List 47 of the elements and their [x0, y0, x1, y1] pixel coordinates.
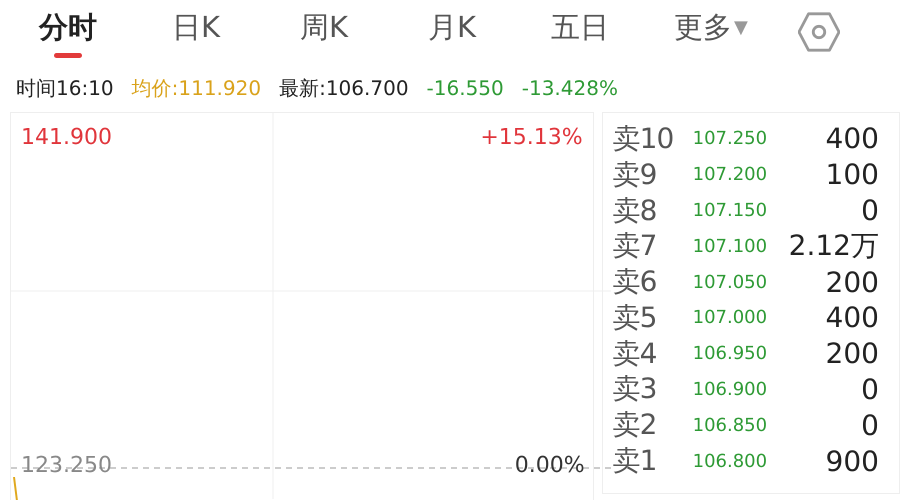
quote-value: 均价:111.920 — [132, 74, 262, 102]
order-volume: 0 — [860, 372, 879, 406]
order-volume: 2.12万 — [788, 228, 879, 264]
order-volume: 0 — [860, 408, 879, 442]
price-label: 141.900 — [21, 125, 112, 150]
price-line — [13, 477, 19, 500]
order-label: 卖1 — [612, 443, 658, 480]
order-label: 卖3 — [612, 371, 658, 408]
settings-icon[interactable] — [798, 11, 840, 53]
order-volume: 900 — [824, 444, 879, 478]
quote-value: 最新:106.700 — [279, 74, 409, 102]
order-volume: 200 — [824, 266, 879, 299]
chart-tab[interactable]: 周K — [260, 3, 388, 61]
order-price: 107.250 — [692, 128, 768, 150]
order-label: 卖2 — [612, 407, 658, 444]
order-price: 106.850 — [692, 414, 768, 436]
order-label: 卖5 — [612, 300, 658, 336]
change-label: 0.00% — [514, 453, 585, 478]
order-volume: 0 — [860, 194, 879, 227]
order-label: 卖9 — [612, 156, 658, 193]
order-price: 107.050 — [692, 272, 768, 293]
order-price: 107.100 — [692, 236, 768, 257]
chart-tab[interactable]: 分时 — [4, 3, 132, 61]
price-label: 123.250 — [21, 453, 112, 478]
quote-value: -13.428% — [522, 76, 618, 100]
order-price: 107.150 — [692, 200, 768, 221]
order-price: 107.200 — [692, 164, 768, 186]
order-price: 106.800 — [692, 450, 768, 472]
order-label: 卖6 — [612, 264, 658, 300]
order-price: 106.900 — [692, 378, 768, 400]
quote-value: 时间16:10 — [16, 74, 114, 102]
order-price: 107.000 — [692, 307, 768, 328]
order-label: 卖4 — [612, 336, 658, 372]
order-label: 卖7 — [612, 228, 658, 264]
order-volume: 100 — [824, 158, 879, 192]
change-label: +15.13% — [480, 125, 583, 150]
order-label: 卖10 — [612, 120, 674, 157]
order-volume: 400 — [824, 301, 879, 334]
chart-tab[interactable]: 月K — [388, 3, 516, 61]
more-menu-button[interactable]: 更多$^{▼}$ — [644, 3, 808, 61]
order-volume: 200 — [824, 337, 879, 370]
order-label: 卖8 — [612, 192, 658, 228]
order-volume: 400 — [824, 122, 879, 156]
order-price: 106.950 — [692, 343, 768, 364]
chart-tab[interactable]: 日K — [132, 3, 260, 61]
quote-value: -16.550 — [426, 76, 504, 100]
chart-tab[interactable]: 五日 — [516, 3, 644, 61]
